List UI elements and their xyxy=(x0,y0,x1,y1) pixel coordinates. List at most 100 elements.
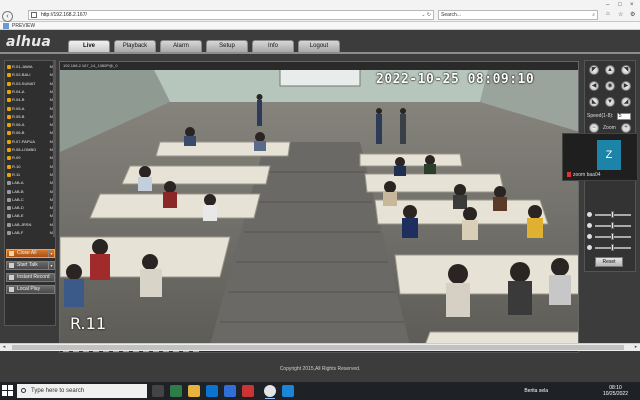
back-icon[interactable]: ‹ xyxy=(2,11,13,22)
camera-icon xyxy=(7,114,11,119)
tab-live[interactable]: Live xyxy=(68,40,110,52)
clock-date: 10/25/2022 xyxy=(602,391,628,397)
channel-item[interactable]: LAB-C M xyxy=(6,196,54,204)
file-explorer-icon[interactable] xyxy=(188,385,200,397)
channel-scrollbar[interactable] xyxy=(53,61,56,237)
scroll-left-icon[interactable]: ◂ xyxy=(0,344,8,351)
tab-logout[interactable]: Logout xyxy=(298,40,340,52)
channel-name: R.10 xyxy=(12,163,21,169)
camera-icon xyxy=(7,65,11,69)
zoom-label: Zoom xyxy=(603,125,616,131)
chevron-down-icon[interactable]: ▾ xyxy=(48,262,54,269)
channel-item[interactable]: R.05-B M xyxy=(6,113,54,121)
channel-item[interactable]: R.09 M xyxy=(6,154,54,162)
task-view-icon[interactable] xyxy=(152,385,164,397)
channel-item[interactable]: R.04-B M xyxy=(6,96,54,104)
scroll-right-icon[interactable]: ▸ xyxy=(632,344,640,351)
taskbar-search-input[interactable]: Type here to search xyxy=(17,384,147,398)
reset-button[interactable]: Reset xyxy=(595,257,623,267)
channel-item[interactable]: R.06-A M xyxy=(6,121,54,129)
internet-explorer-icon[interactable] xyxy=(282,385,294,397)
windows-start-icon[interactable] xyxy=(2,385,14,397)
camera-icon xyxy=(7,164,11,169)
minimize-icon[interactable]: – xyxy=(606,2,609,8)
close-icon[interactable]: × xyxy=(630,2,634,8)
close-all-label: Close All xyxy=(17,250,37,256)
mail-icon[interactable] xyxy=(206,385,218,397)
saturation-slider[interactable] xyxy=(587,233,635,241)
hue-slider[interactable] xyxy=(587,244,635,252)
tab-playback[interactable]: Playback xyxy=(114,40,156,52)
ptz-up-right-button[interactable]: ◥ xyxy=(621,65,631,75)
channel-item[interactable]: R.10 M xyxy=(6,163,54,171)
start-talk-button[interactable]: Start Talk ▾ xyxy=(6,261,55,270)
channel-item[interactable]: LAB-A M xyxy=(6,179,54,187)
channel-name: R.02-BALI xyxy=(12,72,31,78)
ptz-up-button[interactable]: ▲ xyxy=(605,65,615,75)
speed-select[interactable]: 5 xyxy=(616,113,631,120)
gear-icon[interactable]: ⚙ xyxy=(630,11,635,18)
channel-item[interactable]: R.07-PAPUA M xyxy=(6,138,54,146)
channel-item[interactable]: R.04-A M xyxy=(6,88,54,96)
excel-icon[interactable] xyxy=(170,385,182,397)
brightness-slider[interactable] xyxy=(587,211,635,219)
channel-item[interactable]: R.02-BALI M xyxy=(6,71,54,79)
record-icon xyxy=(9,275,14,280)
zoom-in-button[interactable]: + xyxy=(621,123,631,133)
live-video[interactable]: 192.168.2.167_14_1080P@_0 2022-10-25 08:… xyxy=(59,61,579,344)
channel-name: R.06-B xyxy=(12,130,25,136)
maximize-icon[interactable]: □ xyxy=(618,2,622,8)
channel-item[interactable]: R.03-SUMAT M xyxy=(6,80,54,88)
brightness-icon xyxy=(587,212,592,217)
channel-item[interactable]: LAB-E M xyxy=(6,212,54,220)
channel-item[interactable]: LAB-D M xyxy=(6,204,54,212)
favorites-icon[interactable]: ☆ xyxy=(618,11,623,18)
nav-buttons: ‹ › xyxy=(2,5,26,40)
channel-item[interactable]: R.08-LOMBO M xyxy=(6,146,54,154)
ptz-down-button[interactable]: ▼ xyxy=(605,97,615,107)
channel-item[interactable]: LAB-F M xyxy=(6,229,54,237)
local-play-button[interactable]: Local Play xyxy=(6,285,55,294)
taskbar-search-placeholder: Type here to search xyxy=(31,388,85,394)
channel-item[interactable]: LAB-B M xyxy=(6,188,54,196)
ptz-up-left-button[interactable]: ◤ xyxy=(589,65,599,75)
ptz-down-left-button[interactable]: ◣ xyxy=(589,97,599,107)
close-all-button[interactable]: Close All ▾ xyxy=(6,249,55,258)
browser-tab[interactable]: PREVIEW xyxy=(0,22,640,30)
zoom-out-button[interactable]: − xyxy=(589,123,599,133)
home-icon[interactable]: ⌂ xyxy=(606,11,610,17)
search-icon[interactable]: ⌕ xyxy=(592,11,595,19)
app-icon[interactable] xyxy=(242,385,254,397)
channel-list: R.01-JAWA M R.02-BALI M R.03-SUMAT M R.04-A M R.… xyxy=(5,61,55,239)
tab-alarm[interactable]: Alarm xyxy=(160,40,202,52)
scroll-thumb[interactable] xyxy=(12,345,624,350)
channel-item[interactable]: R.01-JAWA M xyxy=(6,63,54,71)
address-bar[interactable]: http://192.168.2.167/ ⌄ ↻ xyxy=(28,10,434,20)
contrast-slider[interactable] xyxy=(587,222,635,230)
windows-taskbar: Type here to search Berita sela 08:10 10… xyxy=(0,382,640,400)
channel-item[interactable]: R.11 M xyxy=(6,171,54,179)
ptz-down-right-button[interactable]: ◢ xyxy=(621,97,631,107)
chevron-down-icon[interactable]: ▾ xyxy=(48,250,54,257)
chrome-icon[interactable] xyxy=(264,385,276,399)
ptz-right-button[interactable]: ▶ xyxy=(621,81,631,91)
zoom-meeting-overlay[interactable]: Z zoom baa04 xyxy=(562,133,638,181)
close-all-icon xyxy=(9,251,14,256)
channel-item[interactable]: R.06-B M xyxy=(6,129,54,137)
tab-setup[interactable]: Setup xyxy=(206,40,248,52)
weather-widget[interactable]: Berita sela xyxy=(524,388,548,394)
refresh-icon[interactable]: ⌄ ↻ xyxy=(421,11,431,19)
channel-name: LAB-E xyxy=(12,213,24,219)
page-horizontal-scrollbar[interactable]: ◂ ▸ xyxy=(0,343,640,351)
browser-search-input[interactable]: Search... ⌕ xyxy=(438,10,598,20)
camera-icon xyxy=(7,231,11,235)
ptz-center-button[interactable]: ◉ xyxy=(605,81,615,91)
channel-item[interactable]: LAB-JRSN M xyxy=(6,221,54,229)
tab-info[interactable]: Info xyxy=(252,40,294,52)
taskbar-clock[interactable]: 08:10 10/25/2022 xyxy=(603,385,628,397)
ptz-left-button[interactable]: ◀ xyxy=(589,81,599,91)
instant-record-button[interactable]: Instant Record xyxy=(6,273,55,282)
camera-icon xyxy=(7,131,11,136)
word-icon[interactable] xyxy=(224,385,236,397)
channel-item[interactable]: R.05-A M xyxy=(6,105,54,113)
